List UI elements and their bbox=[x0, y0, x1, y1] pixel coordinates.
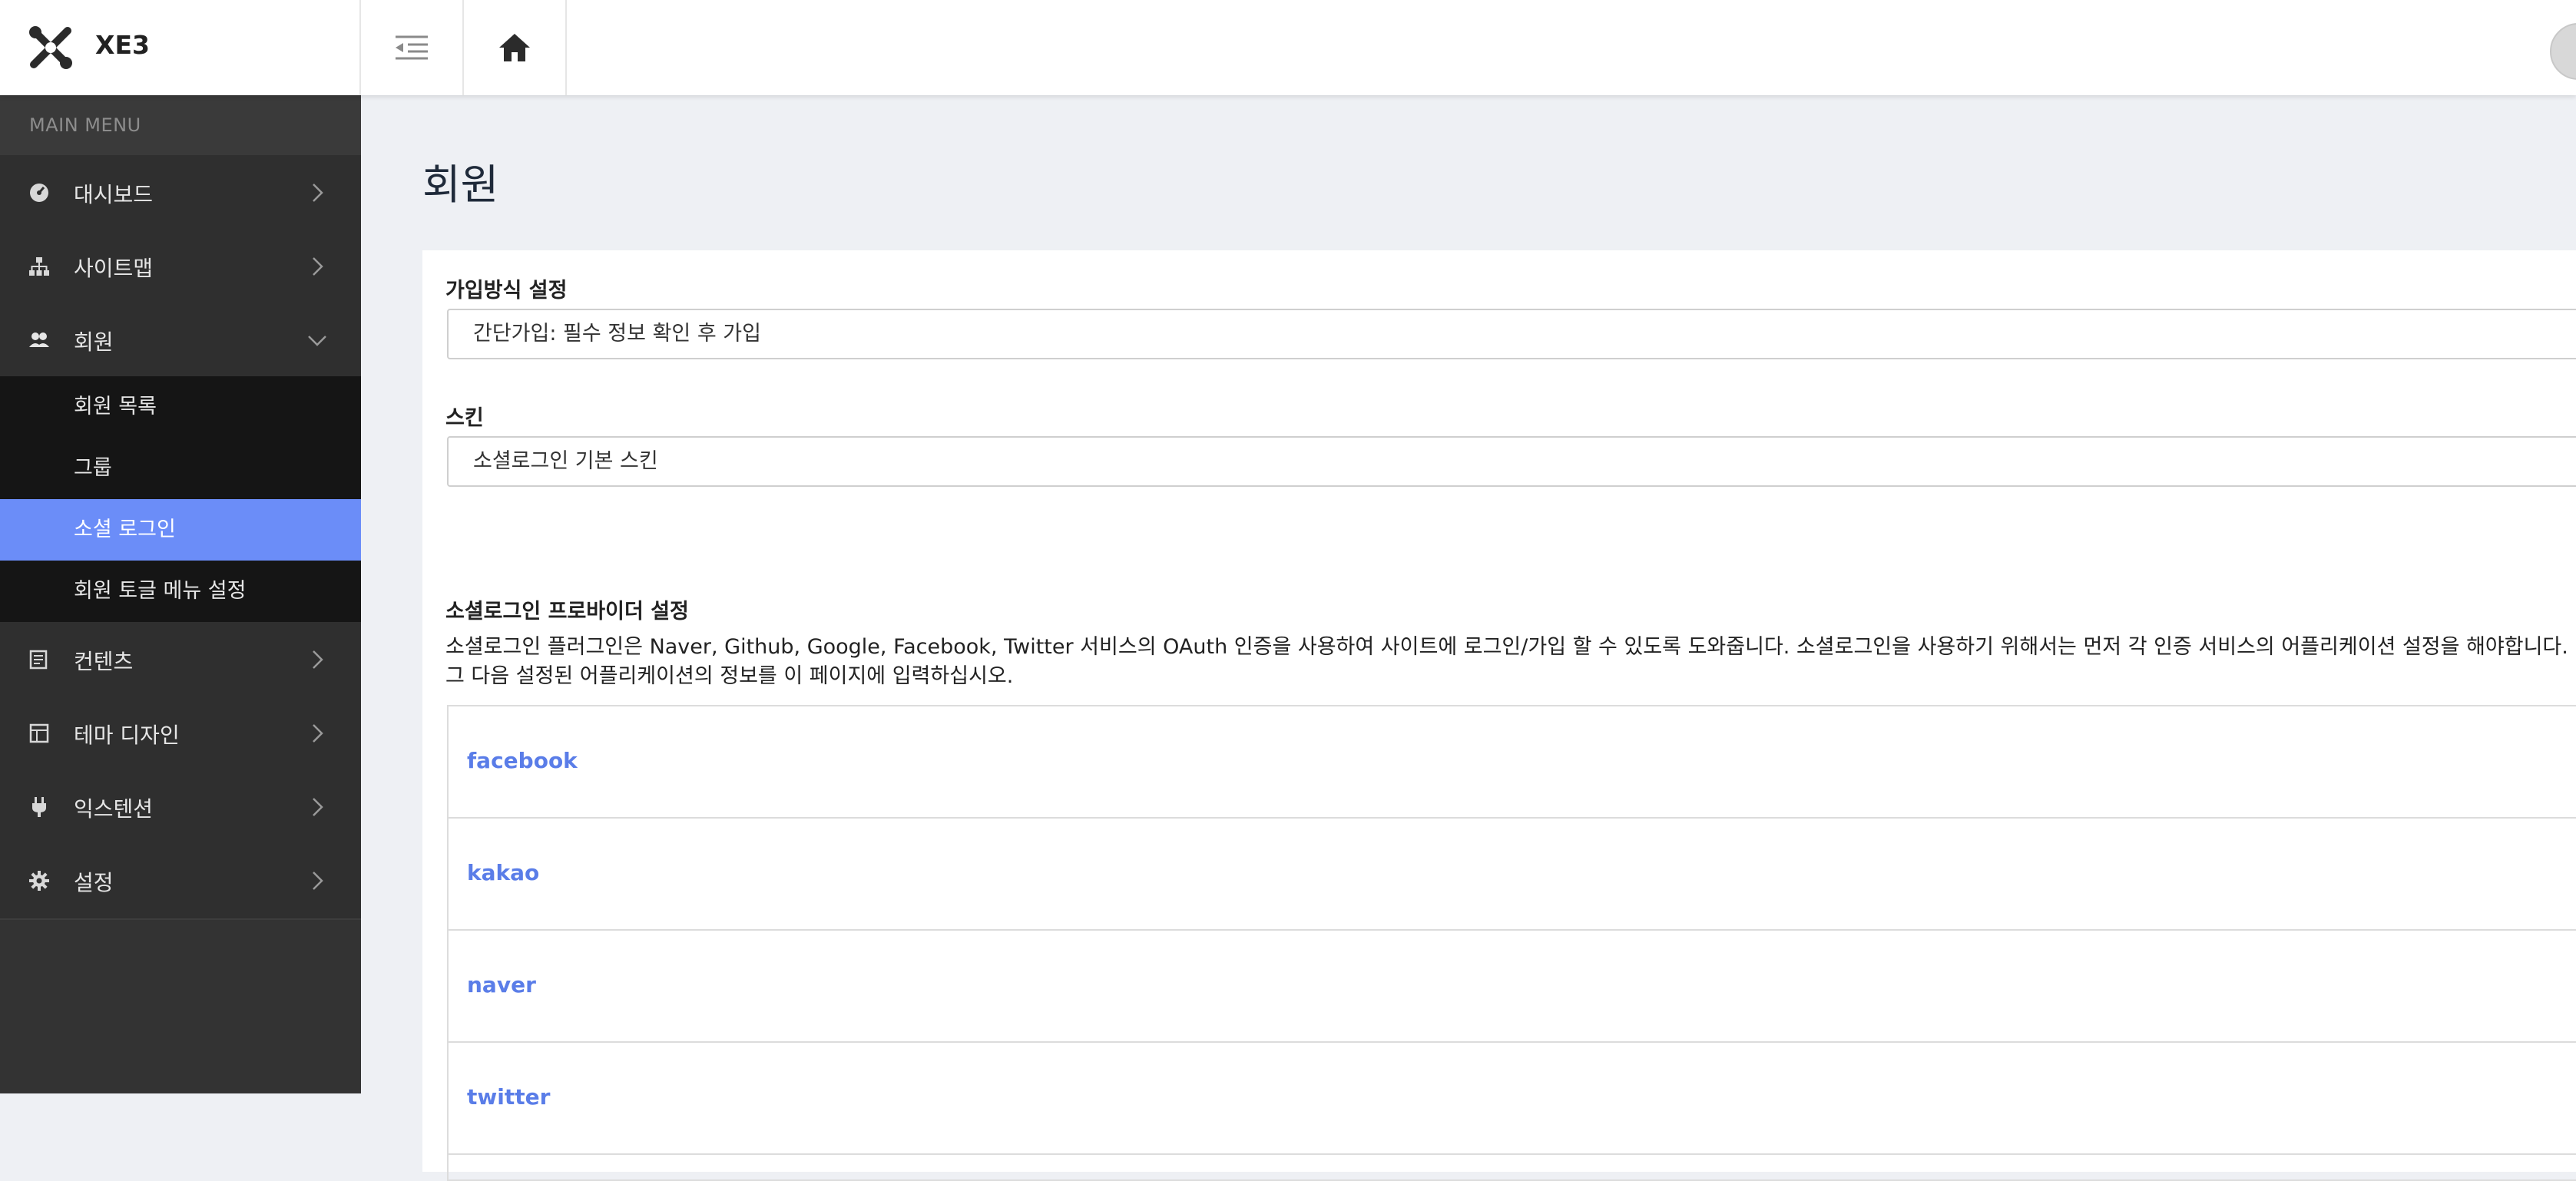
sidebar-item-extension[interactable]: 익스텐션 bbox=[0, 769, 361, 843]
list-item: twitter bbox=[449, 1043, 2576, 1155]
dashboard-icon bbox=[30, 184, 48, 202]
signup-method-select[interactable]: 간단가입: 필수 정보 확인 후 가입 bbox=[447, 309, 2576, 359]
sitemap-icon bbox=[29, 257, 49, 276]
gear-icon bbox=[29, 871, 49, 891]
sidebar-item-members[interactable]: 회원 bbox=[0, 303, 361, 376]
chevron-down-icon bbox=[308, 336, 326, 346]
signup-method-label: 가입방식 설정 bbox=[445, 279, 568, 303]
list-item: naver bbox=[449, 931, 2576, 1043]
chevron-right-icon bbox=[313, 724, 323, 743]
sidebar-item-theme-design[interactable]: 테마 디자인 bbox=[0, 696, 361, 769]
skin-label: 스킨 bbox=[445, 406, 484, 430]
chevron-right-icon bbox=[313, 257, 323, 276]
sidebar-item-label: 회원 bbox=[74, 329, 114, 355]
sidebar-empty-area bbox=[0, 918, 361, 1093]
avatar[interactable] bbox=[2550, 23, 2576, 80]
sidebar: MAIN MENU 대시보드 사이트맵 회원 회원 목록 그룹 소셜 로그인 회… bbox=[0, 95, 361, 1093]
page-title: 회원 bbox=[422, 160, 499, 209]
chevron-right-icon bbox=[313, 184, 323, 202]
provider-description-line2: 그 다음 설정된 어플리케이션의 정보를 이 페이지에 입력하십시오. bbox=[445, 664, 1014, 688]
theme-icon bbox=[29, 723, 49, 743]
menu-collapse-icon bbox=[396, 35, 428, 60]
sidebar-item-label: 익스텐션 bbox=[74, 796, 154, 822]
sidebar-item-sitemap[interactable]: 사이트맵 bbox=[0, 229, 361, 303]
users-icon bbox=[29, 332, 49, 347]
sidebar-item-settings[interactable]: 설정 bbox=[0, 843, 361, 917]
provider-settings-title: 소셜로그인 프로바이더 설정 bbox=[445, 600, 689, 624]
sidebar-item-label: 테마 디자인 bbox=[74, 723, 180, 748]
settings-panel: 가입방식 설정 간단가입: 필수 정보 확인 후 가입 스킨 소셜로그인 기본 … bbox=[422, 250, 2576, 1181]
content-icon bbox=[29, 650, 48, 670]
home-icon bbox=[499, 34, 530, 61]
sidebar-item-label: 컨텐츠 bbox=[74, 649, 134, 674]
sidebar-toggle-button[interactable] bbox=[361, 0, 464, 95]
chevron-right-icon bbox=[313, 798, 323, 816]
top-bar: XE3 bbox=[0, 0, 2576, 95]
chevron-right-icon bbox=[313, 650, 323, 669]
provider-description-line1: 소셜로그인 플러그인은 Naver, Github, Google, Faceb… bbox=[445, 635, 2568, 659]
provider-list: facebook kakao naver twitter bbox=[447, 705, 2576, 1181]
xe-logo-icon bbox=[29, 26, 72, 69]
provider-link-naver[interactable]: naver bbox=[467, 972, 536, 997]
sidebar-subitem-member-list[interactable]: 회원 목록 bbox=[0, 376, 361, 438]
home-button[interactable] bbox=[464, 0, 567, 95]
brand-name: XE3 bbox=[95, 30, 150, 60]
sidebar-item-dashboard[interactable]: 대시보드 bbox=[0, 155, 361, 229]
provider-link-kakao[interactable]: kakao bbox=[467, 860, 539, 885]
brand[interactable]: XE3 bbox=[0, 0, 361, 95]
plug-icon bbox=[32, 797, 46, 817]
sidebar-item-label: 사이트맵 bbox=[74, 256, 154, 281]
sidebar-subitem-toggle-menu-settings[interactable]: 회원 토글 메뉴 설정 bbox=[0, 561, 361, 622]
skin-select[interactable]: 소셜로그인 기본 스킨 bbox=[447, 436, 2576, 487]
provider-link-twitter[interactable]: twitter bbox=[467, 1084, 550, 1110]
main-menu-label: MAIN MENU bbox=[0, 95, 361, 155]
members-submenu: 회원 목록 그룹 소셜 로그인 회원 토글 메뉴 설정 bbox=[0, 376, 361, 622]
sidebar-item-label: 대시보드 bbox=[74, 182, 154, 207]
sidebar-item-content[interactable]: 컨텐츠 bbox=[0, 622, 361, 696]
list-item: kakao bbox=[449, 819, 2576, 931]
provider-link-facebook[interactable]: facebook bbox=[467, 748, 578, 773]
sidebar-subitem-social-login[interactable]: 소셜 로그인 bbox=[0, 499, 361, 561]
sidebar-item-label: 설정 bbox=[74, 870, 114, 895]
list-item: facebook bbox=[449, 706, 2576, 819]
sidebar-subitem-group[interactable]: 그룹 bbox=[0, 438, 361, 499]
chevron-right-icon bbox=[313, 872, 323, 890]
